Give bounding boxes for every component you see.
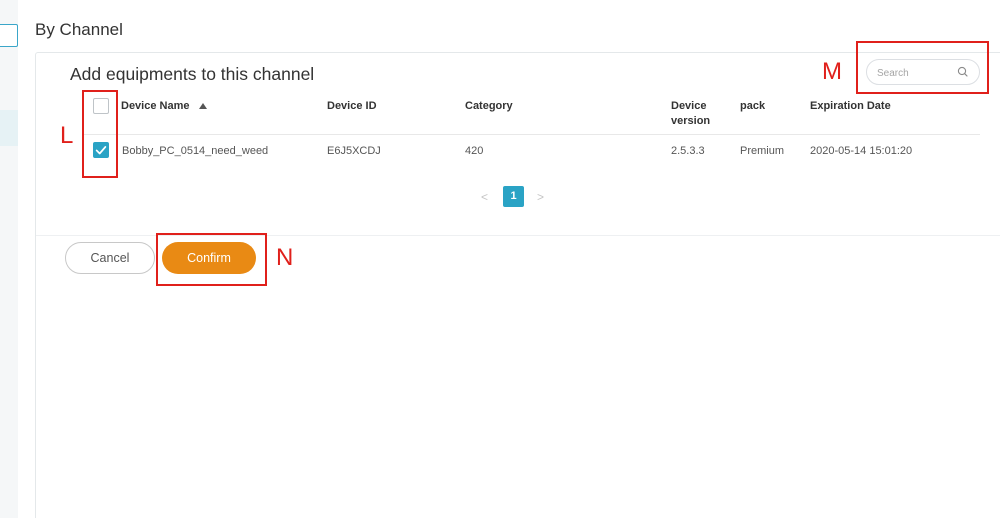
highlight-box-n: [156, 233, 267, 286]
cell-category: 420: [465, 145, 484, 157]
annotation-label-n: N: [276, 244, 294, 271]
cell-device-version: 2.5.3.3: [671, 145, 705, 157]
header-divider: [84, 134, 980, 135]
column-header-device-name[interactable]: Device Name: [121, 99, 190, 114]
annotation-label-l: L: [60, 122, 74, 149]
column-header-expiration-date: Expiration Date: [810, 100, 891, 112]
column-header-pack: pack: [740, 100, 766, 112]
cell-expiration-date: 2020-05-14 15:01:20: [810, 145, 913, 157]
pagination-page-1[interactable]: 1: [503, 186, 524, 207]
column-header-device-id: Device ID: [327, 100, 377, 112]
cell-pack: Premium: [740, 145, 785, 157]
left-sidebar: [0, 0, 18, 518]
dialog-title: Add equipments to this channel: [70, 64, 315, 84]
annotation-label-m: M: [822, 58, 842, 85]
page-title: By Channel: [35, 20, 123, 39]
sidebar-active-item[interactable]: [0, 110, 18, 146]
cancel-button[interactable]: Cancel: [65, 242, 155, 274]
pagination-next-button[interactable]: >: [537, 190, 544, 204]
page: By Channel Add equipments to this channe…: [0, 0, 1000, 518]
pagination-prev-button[interactable]: <: [481, 190, 488, 204]
cell-device-id: E6J5XCDJ: [327, 145, 381, 157]
sort-up-icon[interactable]: [199, 103, 207, 109]
column-header-device-version: Device version: [671, 100, 711, 127]
column-header-category: Category: [465, 100, 513, 112]
cell-device-name: Bobby_PC_0514_need_weed: [122, 145, 269, 157]
highlight-box-m: [856, 41, 989, 94]
sidebar-tab[interactable]: [0, 24, 18, 47]
highlight-box-l: [82, 90, 118, 178]
